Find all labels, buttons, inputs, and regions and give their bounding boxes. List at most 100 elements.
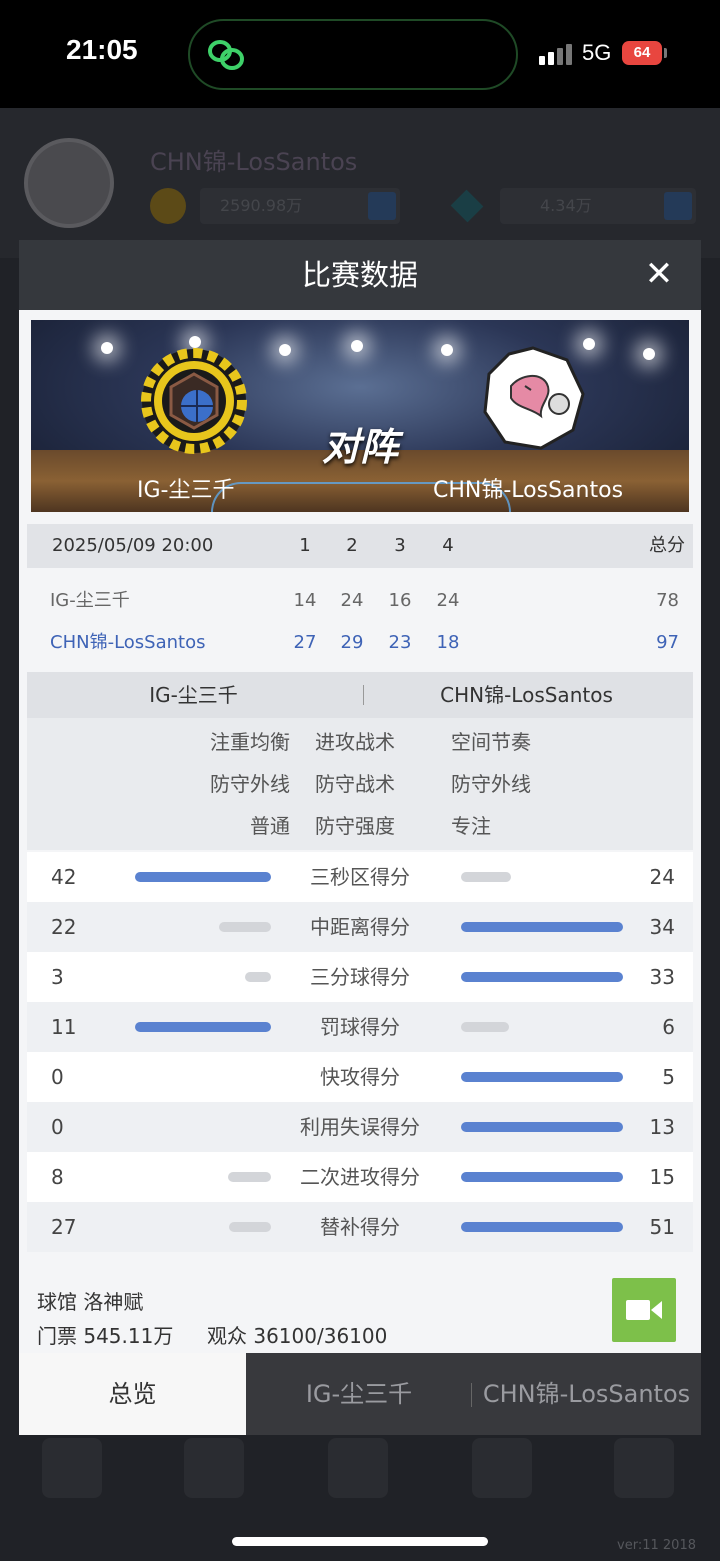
stat-left-value: 27: [51, 1215, 77, 1239]
stat-right-value: 15: [649, 1165, 675, 1189]
stat-left-value: 3: [51, 965, 64, 989]
stadium-light: [351, 340, 363, 352]
stat-right-value: 6: [662, 1015, 675, 1039]
background-bottom-nav: [0, 1428, 720, 1538]
modal-header: 比赛数据 ✕: [19, 240, 701, 310]
stat-right-value: 51: [649, 1215, 675, 1239]
tactic-right: 专注: [451, 814, 491, 838]
stat-right-value: 33: [649, 965, 675, 989]
stat-bar-right: [461, 922, 623, 932]
stat-left-value: 22: [51, 915, 77, 939]
status-bar: 21:05 5G 64: [0, 0, 720, 108]
stat-row: 0 利用失误得分 13: [27, 1102, 693, 1152]
stat-label: 替补得分: [320, 1215, 400, 1239]
team-name: IG-尘三千: [50, 590, 130, 611]
quarter-score: 24: [436, 590, 460, 611]
dynamic-island: [188, 19, 518, 90]
tab-team-a[interactable]: IG-尘三千: [246, 1353, 472, 1435]
stat-row: 0 快攻得分 5: [27, 1052, 693, 1102]
stat-right-value: 5: [662, 1065, 675, 1089]
network-label: 5G: [582, 40, 612, 65]
stat-bar-left: [135, 872, 271, 882]
stat-right-value: 24: [649, 865, 675, 889]
quarter-score: 24: [340, 590, 364, 611]
nav-item-icon: [42, 1438, 102, 1498]
quarter-label: 4: [442, 535, 454, 556]
stat-label: 三分球得分: [310, 965, 410, 989]
version-label: ver:11 2018: [617, 1538, 696, 1553]
stat-bar-right: [461, 972, 623, 982]
total-score: 78: [656, 590, 679, 611]
quarter-score: 29: [340, 632, 364, 653]
audience-count: 观众 36100/36100: [207, 1324, 388, 1348]
coin-icon: [150, 188, 186, 224]
stadium-light: [441, 344, 453, 356]
tab-overview[interactable]: 总览: [19, 1353, 246, 1435]
stat-label: 快攻得分: [320, 1065, 400, 1089]
stat-right-value: 13: [649, 1115, 675, 1139]
quarter-score: 14: [293, 590, 317, 611]
home-indicator: [232, 1537, 488, 1546]
stat-left-value: 0: [51, 1115, 64, 1139]
background-player-name: CHN锦-LosSantos: [150, 148, 358, 176]
stat-bar-left: [245, 972, 271, 982]
stat-label: 罚球得分: [320, 1015, 400, 1039]
stat-row: 22 中距离得分 34: [27, 902, 693, 952]
stat-bar-left: [229, 1222, 271, 1232]
tactics-header: IG-尘三千 CHN锦-LosSantos: [27, 672, 693, 718]
tab-team-b[interactable]: CHN锦-LosSantos: [472, 1353, 701, 1435]
banner-team-left: IG-尘三千: [137, 478, 235, 503]
stat-left-value: 42: [51, 865, 77, 889]
tactic-left: 防守外线: [210, 772, 290, 796]
stat-label: 中距离得分: [310, 915, 410, 939]
match-data-modal: 比赛数据 ✕ 对阵 IG-尘三千 CHN锦-LosSantos 2025/05/…: [19, 240, 701, 1435]
video-replay-button[interactable]: [612, 1278, 676, 1342]
gem-value: 4.34万: [540, 196, 592, 215]
quarter-score: 23: [388, 632, 412, 653]
stat-row: 27 替补得分 51: [27, 1202, 693, 1252]
tactics-team-left: IG-尘三千: [149, 683, 238, 707]
stat-left-value: 8: [51, 1165, 64, 1189]
clock: 21:05: [66, 34, 138, 65]
quarter-label: 1: [299, 535, 311, 556]
battery-tip: [664, 48, 667, 58]
quarter-label: 3: [394, 535, 406, 556]
stat-bar-right: [461, 1072, 623, 1082]
quarter-score: 27: [293, 632, 317, 653]
stat-left-value: 11: [51, 1015, 77, 1039]
link-icon: [208, 40, 244, 70]
stat-bar-right: [461, 1172, 623, 1182]
tactic-left: 注重均衡: [210, 730, 290, 754]
stadium-light: [101, 342, 113, 354]
add-coins-icon: [368, 192, 396, 220]
stat-bar-right: [461, 1222, 623, 1232]
close-icon[interactable]: ✕: [639, 254, 679, 294]
stat-label: 三秒区得分: [310, 865, 410, 889]
video-camera-icon: [626, 1300, 662, 1320]
modal-title: 比赛数据: [301, 258, 418, 292]
nav-item-icon: [184, 1438, 244, 1498]
vs-label: 对阵: [321, 425, 398, 469]
coin-value: 2590.98万: [220, 196, 303, 215]
stat-bar-right: [461, 1122, 623, 1132]
tactics-team-right: CHN锦-LosSantos: [440, 683, 613, 707]
stat-right-value: 34: [649, 915, 675, 939]
modal-tabs: 总览 IG-尘三千 CHN锦-LosSantos: [19, 1353, 701, 1435]
nav-item-icon: [614, 1438, 674, 1498]
stat-row: 11 罚球得分 6: [27, 1002, 693, 1052]
total-score: 97: [656, 632, 679, 653]
quarter-score: 16: [388, 590, 412, 611]
tactics-table: 注重均衡 进攻战术 空间节奏 防守外线 防守战术 防守外线 普通 防守强度 专注: [27, 718, 693, 850]
score-table-header: 2025/05/09 20:00 1 2 3 4 总分: [27, 524, 693, 568]
nav-item-icon: [328, 1438, 388, 1498]
stat-bar-right: [461, 1022, 509, 1032]
stat-left-value: 0: [51, 1065, 64, 1089]
background-header: CHN锦-LosSantos 2590.98万 4.34万: [0, 108, 720, 258]
battery-icon: 64: [622, 41, 662, 65]
stadium-light: [643, 348, 655, 360]
matchup-banner: 对阵 IG-尘三千 CHN锦-LosSantos: [31, 320, 689, 512]
nav-item-icon: [472, 1438, 532, 1498]
stat-bar-left: [135, 1022, 271, 1032]
score-row-team-b: CHN锦-LosSantos 27 29 23 18 97: [27, 623, 693, 663]
tactic-right: 防守外线: [451, 772, 531, 796]
